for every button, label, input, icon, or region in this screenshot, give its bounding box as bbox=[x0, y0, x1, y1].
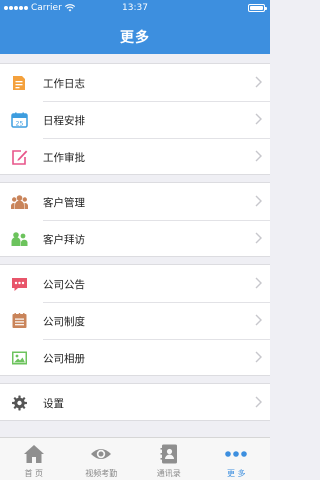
menu-item-work-log[interactable]: 工作日志 bbox=[0, 64, 270, 101]
chevron-right-icon bbox=[255, 314, 262, 326]
chevron-right-icon bbox=[255, 351, 262, 363]
calendar-icon: 25 bbox=[11, 112, 28, 128]
tab-label: 通讯录 bbox=[156, 469, 181, 478]
menu-item-label: 客户拜访 bbox=[43, 234, 85, 246]
regulations-icon bbox=[12, 313, 27, 328]
chevron-right-icon bbox=[255, 150, 262, 162]
menu-item-approval[interactable]: 工作审批 bbox=[0, 138, 270, 175]
tab-label: 更 多 bbox=[226, 469, 246, 478]
eye-icon bbox=[91, 449, 112, 459]
menu-item-settings[interactable]: 设置 bbox=[0, 384, 270, 421]
chevron-right-icon bbox=[255, 195, 262, 207]
menu-item-label: 公司制度 bbox=[43, 316, 85, 328]
menu-item-customer-visit[interactable]: 客户拜访 bbox=[0, 220, 270, 257]
chevron-right-icon bbox=[255, 113, 262, 125]
menu-item-album[interactable]: 公司相册 bbox=[0, 339, 270, 376]
chevron-right-icon bbox=[255, 277, 262, 289]
menu-item-label: 工作日志 bbox=[43, 78, 85, 90]
battery-icon bbox=[248, 4, 267, 12]
tab-contacts[interactable]: 通讯录 bbox=[135, 438, 203, 480]
chevron-right-icon bbox=[255, 396, 262, 408]
contacts-icon bbox=[160, 444, 177, 464]
customer-management-icon bbox=[11, 195, 28, 209]
tab-video-attendance[interactable]: 视频考勤 bbox=[68, 438, 136, 480]
album-icon bbox=[12, 351, 27, 365]
menu-item-label: 客户管理 bbox=[43, 197, 85, 209]
page-title: 更多 bbox=[120, 30, 150, 46]
settings-icon bbox=[12, 395, 27, 411]
chevron-right-icon bbox=[255, 232, 262, 244]
work-log-icon bbox=[13, 76, 25, 90]
approval-icon bbox=[12, 150, 28, 165]
menu-item-schedule[interactable]: 25 日程安排 bbox=[0, 101, 270, 138]
svg-text:25: 25 bbox=[16, 120, 24, 127]
group-customers: 客户管理 客户拜访 bbox=[0, 182, 270, 257]
tab-more[interactable]: 更 多 bbox=[203, 438, 271, 480]
tab-bar: 首 页 视频考勤 通讯录 更 多 bbox=[0, 437, 270, 480]
menu-item-label: 设置 bbox=[43, 398, 64, 410]
menu-item-label: 日程安排 bbox=[43, 115, 85, 127]
announcement-icon bbox=[12, 278, 27, 291]
group-work: 工作日志 25 日程安排 工作审批 bbox=[0, 63, 270, 175]
group-company: 公司公告 公司制度 公司相册 bbox=[0, 264, 270, 376]
header: Carrier 13:37 更多 bbox=[0, 0, 270, 54]
menu-item-label: 工作审批 bbox=[43, 152, 85, 164]
menu-item-label: 公司相册 bbox=[43, 353, 85, 365]
chevron-right-icon bbox=[255, 76, 262, 88]
tab-label: 视频考勤 bbox=[85, 469, 118, 478]
customer-visit-icon bbox=[11, 232, 28, 246]
status-time: 13:37 bbox=[122, 3, 148, 13]
tab-home[interactable]: 首 页 bbox=[0, 438, 68, 480]
menu-item-customer-management[interactable]: 客户管理 bbox=[0, 183, 270, 220]
group-settings: 设置 bbox=[0, 383, 270, 421]
menu-item-announcement[interactable]: 公司公告 bbox=[0, 265, 270, 302]
more-icon bbox=[225, 451, 248, 457]
tab-label: 首 页 bbox=[24, 469, 44, 478]
status-bar: Carrier 13:37 bbox=[0, 0, 270, 16]
home-icon bbox=[23, 445, 44, 463]
menu-item-label: 公司公告 bbox=[43, 279, 85, 291]
menu-item-regulations[interactable]: 公司制度 bbox=[0, 302, 270, 339]
